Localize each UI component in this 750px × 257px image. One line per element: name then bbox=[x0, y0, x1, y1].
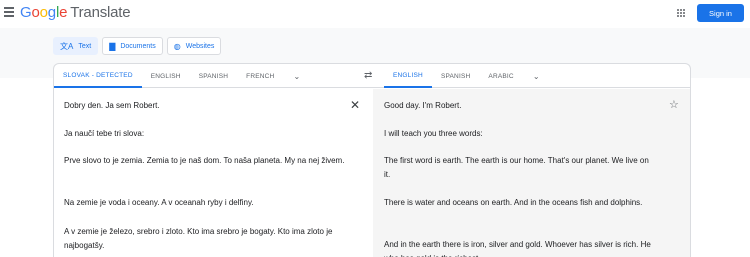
sign-in-button[interactable]: Sign in bbox=[697, 4, 744, 22]
target-language-tabs: ENGLISH SPANISH ARABIC ⌄ bbox=[384, 64, 550, 88]
language-bar: SLOVAK - DETECTED ENGLISH SPANISH FRENCH… bbox=[54, 64, 690, 88]
websites-mode-button[interactable]: ◍ Websites bbox=[166, 37, 222, 55]
source-text-area[interactable]: Dobry den. Ja sem Robert. Ja naučí tebe … bbox=[54, 89, 372, 257]
logo-letter: g bbox=[47, 4, 56, 21]
translation-paragraph: There is water and oceans on earth. And … bbox=[384, 198, 643, 207]
text-mode-label: Text bbox=[78, 42, 92, 50]
target-lang-spanish-tab[interactable]: SPANISH bbox=[432, 64, 479, 88]
source-lang-french-tab[interactable]: FRENCH bbox=[237, 64, 283, 88]
google-translate-logo[interactable]: Google Translate bbox=[20, 4, 131, 21]
logo-letter: e bbox=[59, 4, 68, 21]
translation-paragraph: I will teach you three words: bbox=[384, 129, 483, 138]
source-language-tabs: SLOVAK - DETECTED ENGLISH SPANISH FRENCH… bbox=[54, 64, 310, 88]
translate-icon: 文A bbox=[60, 41, 74, 51]
text-mode-button[interactable]: 文A Text bbox=[53, 37, 99, 55]
source-paragraph: Ja naučí tebe tri slova: bbox=[64, 129, 145, 138]
hamburger-menu-icon[interactable] bbox=[4, 7, 14, 17]
document-icon: ▇ bbox=[109, 41, 116, 51]
apps-grid-icon[interactable] bbox=[677, 9, 685, 17]
product-name: Translate bbox=[70, 4, 131, 21]
top-bar: Google Translate Sign in bbox=[0, 0, 750, 28]
source-lang-spanish-tab[interactable]: SPANISH bbox=[190, 64, 237, 88]
target-lang-arabic-tab[interactable]: ARABIC bbox=[479, 64, 522, 88]
logo-letter: G bbox=[20, 4, 32, 21]
globe-icon: ◍ bbox=[173, 41, 181, 51]
star-icon[interactable]: ☆ bbox=[669, 98, 679, 111]
target-lang-english-tab[interactable]: ENGLISH bbox=[384, 64, 432, 88]
swap-languages-icon[interactable]: ⇄ bbox=[364, 70, 372, 81]
logo-letter: o bbox=[39, 4, 48, 21]
source-paragraph: A v zemie je železo, srebro i zloto. Kto… bbox=[64, 227, 333, 250]
translation-output: Good day. I'm Robert. I will teach you t… bbox=[373, 89, 690, 257]
source-paragraph: Prve slovo to je zemia. Zemia to je naš … bbox=[64, 156, 345, 165]
source-lang-english-tab[interactable]: ENGLISH bbox=[142, 64, 190, 88]
mode-selector: 文A Text ▇ Documents ◍ Websites bbox=[53, 37, 222, 55]
documents-mode-button[interactable]: ▇ Documents bbox=[102, 37, 163, 55]
translation-paragraph: And in the earth there is iron, silver a… bbox=[384, 240, 651, 257]
logo-letter: o bbox=[31, 4, 40, 21]
source-paragraph: Dobry den. Ja sem Robert. bbox=[64, 101, 160, 110]
websites-mode-label: Websites bbox=[185, 42, 215, 50]
translation-paragraph: Good day. I'm Robert. bbox=[384, 101, 462, 110]
translation-paragraph: The first word is earth. The earth is ou… bbox=[384, 156, 649, 179]
source-lang-detected-tab[interactable]: SLOVAK - DETECTED bbox=[54, 64, 142, 88]
translation-panel: SLOVAK - DETECTED ENGLISH SPANISH FRENCH… bbox=[53, 63, 691, 257]
source-paragraph: Na zemie je voda i oceany. A v oceanah r… bbox=[64, 198, 254, 207]
source-lang-chevron-down-icon[interactable]: ⌄ bbox=[283, 64, 310, 88]
clear-text-icon[interactable]: ✕ bbox=[350, 98, 360, 112]
documents-mode-label: Documents bbox=[120, 42, 156, 50]
target-lang-chevron-down-icon[interactable]: ⌄ bbox=[523, 64, 550, 88]
